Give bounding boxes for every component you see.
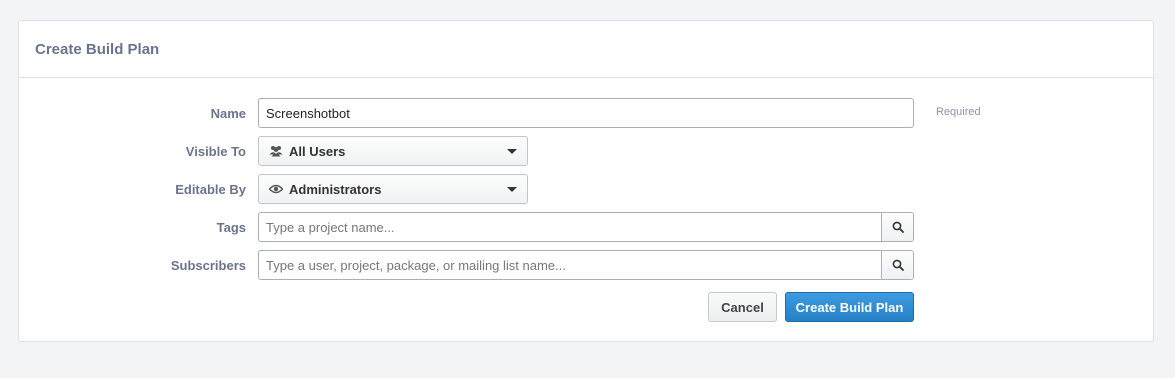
editable-by-label: Editable By: [175, 182, 246, 197]
eye-icon: [269, 182, 283, 196]
subscribers-label: Subscribers: [170, 258, 246, 273]
subscribers-field: [258, 250, 914, 280]
visible-to-select[interactable]: All Users: [258, 136, 528, 166]
page-title: Create Build Plan: [35, 40, 160, 58]
name-label: Name: [210, 106, 246, 121]
name-input[interactable]: [258, 98, 914, 128]
search-icon: [892, 259, 904, 271]
users-icon: [269, 144, 283, 158]
subscribers-search-button[interactable]: [881, 251, 913, 279]
tags-input[interactable]: [259, 213, 881, 241]
chevron-down-icon: [507, 186, 517, 192]
tags-label: Tags: [216, 220, 246, 235]
create-build-plan-panel: Create Build Plan Name Required Visible …: [18, 20, 1154, 342]
chevron-down-icon: [507, 148, 517, 154]
editable-by-select[interactable]: Administrators: [258, 174, 528, 204]
visible-to-value: All Users: [289, 143, 346, 159]
editable-by-value: Administrators: [289, 181, 382, 197]
subscribers-input[interactable]: [259, 251, 881, 279]
tags-field: [258, 212, 914, 242]
visible-to-label: Visible To: [185, 144, 246, 159]
tags-search-button[interactable]: [881, 213, 913, 241]
required-hint: Required: [936, 106, 981, 118]
panel-header: Create Build Plan: [19, 21, 1153, 78]
search-icon: [892, 221, 904, 233]
create-build-plan-button[interactable]: Create Build Plan: [785, 292, 914, 322]
cancel-button[interactable]: Cancel: [708, 292, 777, 322]
